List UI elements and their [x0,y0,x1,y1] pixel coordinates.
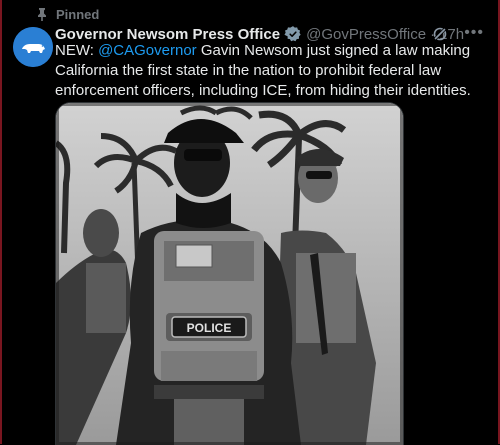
pinned-indicator: Pinned [36,6,99,22]
photo-illustration: POLICE [56,103,403,445]
post-text: NEW: @CAGovernor Gavin Newsom just signe… [55,41,487,101]
police-patch-text: POLICE [187,321,232,335]
pinned-label: Pinned [56,6,100,22]
pin-icon [38,8,46,21]
author-display-name[interactable]: Governor Newsom Press Office [55,26,280,43]
california-bear-icon [13,27,53,67]
author-handle[interactable]: @GovPressOffice [306,26,426,43]
avatar[interactable] [13,27,53,67]
more-options-icon[interactable]: ••• [464,24,484,42]
grok-icon[interactable] [432,26,448,42]
mention-link[interactable]: @CAGovernor [98,42,197,59]
post-media-image[interactable]: POLICE [55,102,404,445]
post-text-prefix: NEW: [55,42,99,59]
